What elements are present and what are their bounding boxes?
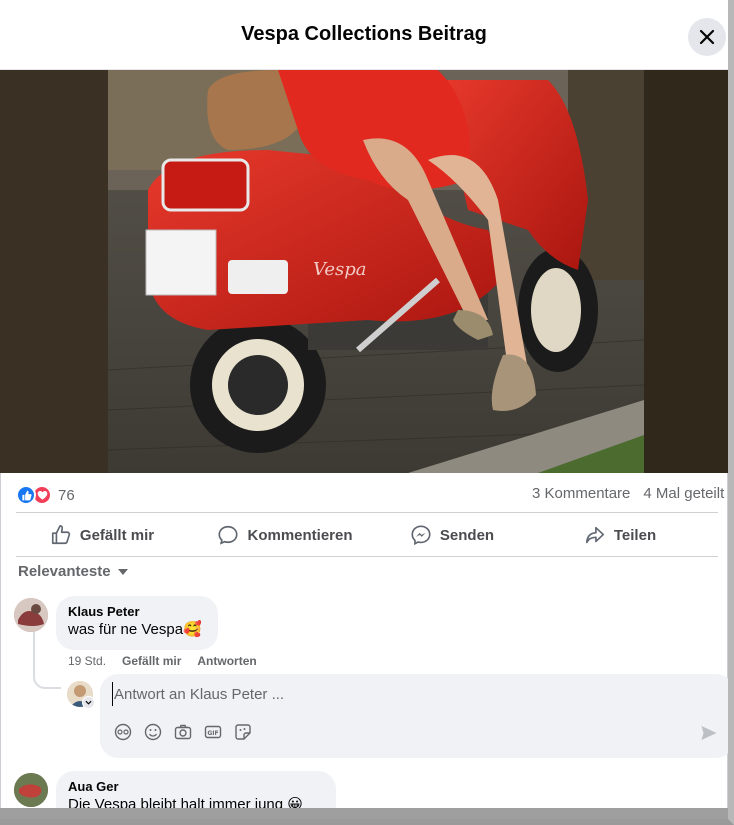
- reply-input[interactable]: [112, 682, 672, 706]
- gif-button[interactable]: GIF: [204, 723, 222, 741]
- comment-like-link[interactable]: Gefällt mir: [122, 654, 181, 668]
- send-icon: [701, 726, 717, 740]
- sort-label: Relevanteste: [18, 563, 111, 580]
- sticker-icon: [235, 724, 251, 740]
- close-button[interactable]: [688, 18, 726, 56]
- comment-button-label: Kommentieren: [247, 526, 353, 544]
- share-icon: [585, 526, 604, 544]
- reactions-summary: 76 3 Kommentare 4 Mal geteilt: [16, 482, 728, 508]
- avatar[interactable]: [14, 773, 48, 807]
- camera-button[interactable]: [174, 723, 192, 741]
- comment-time[interactable]: 19 Std.: [68, 654, 106, 668]
- reply-toolbar: GIF: [114, 723, 252, 741]
- shares-count[interactable]: 4 Mal geteilt: [643, 485, 724, 502]
- emoji-icon: [144, 723, 162, 741]
- reply-composer: GIF: [100, 674, 728, 758]
- close-icon: [699, 29, 715, 45]
- comment-reply-link[interactable]: Antworten: [197, 654, 256, 668]
- reaction-icons[interactable]: [16, 485, 52, 505]
- avatar-sticker-button[interactable]: [114, 723, 132, 741]
- send-button[interactable]: Senden: [382, 514, 522, 556]
- chevron-down-icon: [85, 700, 92, 705]
- reply-send-button[interactable]: [700, 724, 718, 742]
- svg-text:GIF: GIF: [207, 730, 218, 737]
- share-button[interactable]: Teilen: [522, 514, 718, 556]
- avatar-sticker-icon: [114, 723, 132, 741]
- camera-icon: [174, 724, 192, 740]
- send-button-label: Senden: [439, 526, 495, 544]
- like-button-label: Gefällt mir: [79, 526, 155, 544]
- vespa-photo: Vespa: [108, 70, 644, 473]
- comment-author[interactable]: Aua Ger: [68, 779, 324, 795]
- share-button-label: Teilen: [613, 526, 657, 544]
- comment-button[interactable]: Kommentieren: [188, 514, 382, 556]
- post-action-bar: Gefällt mir Kommentieren Senden Teilen: [16, 514, 718, 556]
- emoji-button[interactable]: [144, 723, 162, 741]
- dialog-header: Vespa Collections Beitrag: [0, 0, 728, 70]
- comment-meta: 19 Std. Gefällt mir Antworten: [68, 654, 257, 668]
- comment-text: was für ne Vespa🥰: [68, 621, 202, 638]
- post-dialog: Vespa Collections Beitrag Vespa 76 3 Kom…: [0, 0, 734, 825]
- messenger-icon: [411, 525, 431, 546]
- comment-bubble: Klaus Peter was für ne Vespa🥰: [56, 596, 218, 650]
- thumbs-up-icon: [51, 525, 71, 545]
- comment-author[interactable]: Klaus Peter: [68, 604, 206, 620]
- avatar-options-button[interactable]: [82, 696, 95, 709]
- comment-icon: [218, 525, 239, 545]
- gif-icon: GIF: [204, 725, 222, 739]
- like-button[interactable]: Gefällt mir: [16, 514, 188, 556]
- post-media[interactable]: Vespa: [0, 70, 728, 473]
- divider: [16, 512, 718, 513]
- window-edge: [0, 808, 728, 819]
- dialog-title: Vespa Collections Beitrag: [241, 23, 487, 45]
- divider: [16, 556, 718, 557]
- reply-thread-line: [33, 632, 61, 689]
- avatar[interactable]: [14, 598, 48, 632]
- sticker-button[interactable]: [234, 723, 252, 741]
- like-icon: [16, 485, 36, 505]
- comment-sort-dropdown[interactable]: Relevanteste: [18, 563, 129, 580]
- reaction-count[interactable]: 76: [58, 487, 75, 504]
- svg-text:Vespa: Vespa: [313, 259, 367, 280]
- caret-down-icon: [117, 568, 128, 575]
- comments-count[interactable]: 3 Kommentare: [532, 485, 630, 502]
